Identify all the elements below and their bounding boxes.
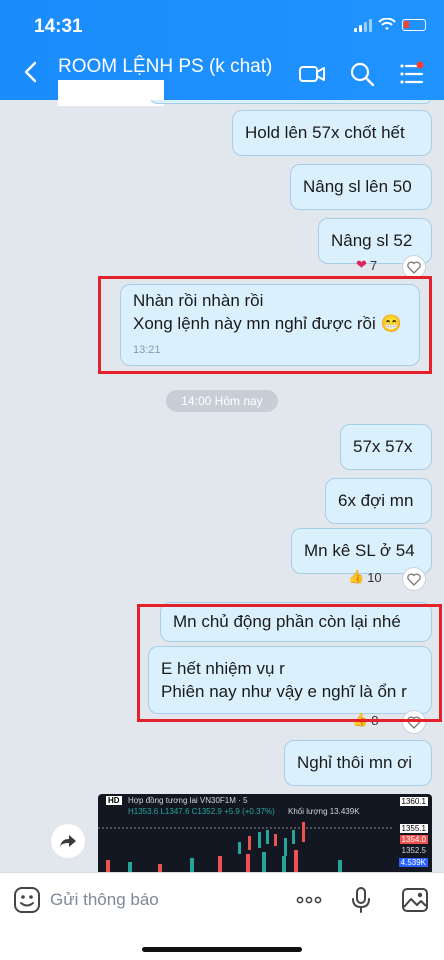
video-call-icon[interactable]	[298, 60, 326, 88]
message-bubble[interactable]: Nhàn rồi nhàn rồi Xong lệnh này mn nghỉ …	[120, 284, 420, 366]
search-icon[interactable]	[348, 60, 376, 88]
message-input-bar	[0, 872, 444, 960]
menu-list-icon[interactable]	[398, 60, 426, 88]
sticker-icon[interactable]	[12, 885, 42, 915]
battery-icon	[402, 19, 426, 31]
signal-icon	[354, 18, 372, 32]
message-line: Phiên nay như vậy e nghĩ là ổn r	[161, 682, 407, 701]
message-time: 13:21	[133, 343, 161, 356]
message-line: Nhàn rồi nhàn rồi	[133, 290, 264, 310]
status-time: 14:31	[34, 16, 83, 37]
message-bubble[interactable]: 6x đợi mn	[325, 478, 432, 524]
image-gallery-icon[interactable]	[400, 885, 430, 915]
microphone-icon[interactable]	[346, 885, 376, 915]
thumbs-up-reaction-icon: 👍	[352, 712, 369, 727]
message-line: Xong lệnh này mn nghỉ được rồi 😁	[133, 313, 402, 333]
chart-candles	[98, 822, 394, 872]
home-indicator	[142, 947, 302, 952]
react-heart-icon[interactable]	[402, 567, 426, 591]
thumbs-up-reaction-icon: 👍	[348, 569, 365, 584]
message-bubble[interactable]: E hết nhiệm vụ r Phiên nay như vậy e ngh…	[148, 646, 432, 714]
reaction-count: 10	[367, 569, 382, 585]
message-input[interactable]	[50, 887, 270, 913]
reaction-count: 8	[371, 712, 379, 728]
react-heart-icon[interactable]	[402, 255, 426, 279]
message-bubble[interactable]: Nghỉ thôi mn ơi	[284, 740, 432, 786]
message-bubble[interactable]: Mn chủ động phần còn lại nhé	[160, 602, 432, 642]
message-bubble[interactable]: 57x 57x	[340, 424, 432, 470]
more-options-icon[interactable]	[294, 885, 324, 915]
reaction-count: 7	[369, 257, 378, 273]
reaction-summary[interactable]: 👍 8	[352, 712, 378, 728]
reaction-summary[interactable]: 👍 10	[348, 569, 382, 585]
message-bubble[interactable]: Hold lên 57x chốt hết	[232, 110, 432, 156]
message-bubble[interactable]: Nâng sl lên 50	[290, 164, 432, 210]
heart-reaction-icon: ❤	[356, 257, 367, 272]
shared-chart-image[interactable]: HD Hợp đồng tương lai VN30F1M · 5 H1353.…	[98, 794, 432, 872]
back-icon[interactable]	[22, 60, 40, 84]
status-icons	[354, 18, 426, 32]
message-bubble-partial	[150, 100, 432, 104]
message-line: E hết nhiệm vụ r	[161, 659, 285, 678]
wifi-icon	[378, 18, 396, 30]
reaction-summary[interactable]: ❤ 7	[356, 257, 377, 273]
chat-header: 14:31 ROOM LỆNH PS (k chat)	[0, 0, 444, 106]
react-heart-icon[interactable]	[402, 710, 426, 734]
chat-title[interactable]: ROOM LỆNH PS (k chat)	[58, 56, 272, 78]
share-forward-icon[interactable]	[51, 824, 85, 858]
date-separator: 14:00 Hôm nay	[166, 390, 278, 412]
chat-area[interactable]: Hold lên 57x chốt hết Nâng sl lên 50 Nân…	[0, 100, 444, 872]
